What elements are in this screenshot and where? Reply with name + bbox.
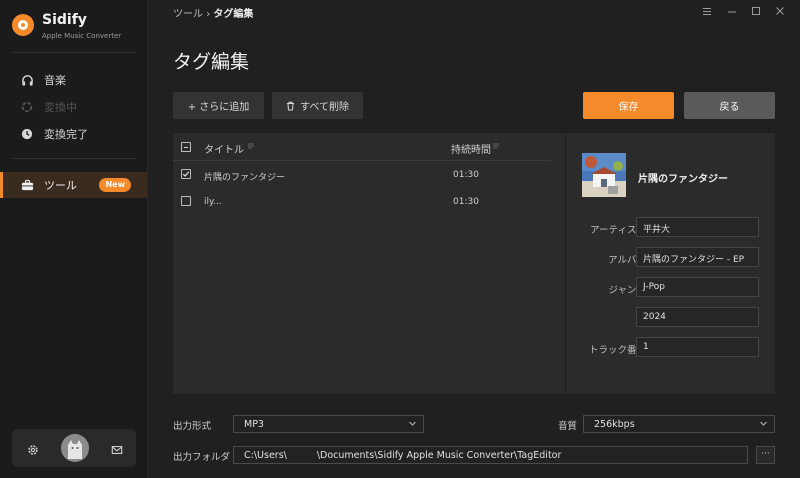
main-area: ツール › タグ編集 タグ編集 + さらに追加 すべて削除 保存 戻る タイトル… bbox=[149, 0, 800, 478]
page-title: タグ編集 bbox=[173, 51, 250, 73]
chevron-down-icon bbox=[408, 419, 417, 431]
check-icon bbox=[182, 171, 190, 177]
maximize-icon[interactable] bbox=[749, 4, 763, 18]
browse-folder-button[interactable]: ··· bbox=[756, 446, 775, 464]
folder-path-suffix: \Documents\Sidify Apple Music Converter\… bbox=[316, 450, 562, 461]
track-title: ily... bbox=[204, 197, 222, 207]
avatar[interactable] bbox=[61, 434, 89, 462]
table-row[interactable]: 片隅のファンタジー 01:30 bbox=[173, 162, 551, 188]
sidebar-item-label: 変換中 bbox=[44, 101, 77, 114]
sidebar: Sidify Apple Music Converter 音楽 変換中 変換完了… bbox=[0, 0, 148, 478]
artist-field[interactable]: 平井大 bbox=[636, 217, 759, 237]
output-folder-label: 出力フォルダ bbox=[173, 452, 231, 463]
select-all-checkbox[interactable] bbox=[181, 142, 191, 152]
album-cover[interactable] bbox=[582, 153, 626, 197]
quality-value: 256kbps bbox=[594, 419, 635, 430]
track-number-field[interactable]: 1 bbox=[636, 337, 759, 357]
year-field[interactable]: 2024 bbox=[636, 307, 759, 327]
clock-icon bbox=[20, 127, 34, 141]
row-checkbox[interactable] bbox=[181, 196, 191, 206]
back-button[interactable]: 戻る bbox=[684, 92, 775, 119]
track-duration: 01:30 bbox=[453, 170, 479, 180]
delete-all-label: すべて削除 bbox=[300, 102, 349, 113]
sidebar-item-label: 変換完了 bbox=[44, 128, 88, 141]
sidebar-item-label: 音楽 bbox=[44, 74, 66, 87]
column-title[interactable]: タイトル bbox=[204, 141, 244, 156]
avatar-cat-icon bbox=[61, 434, 89, 462]
headphones-icon bbox=[20, 73, 34, 87]
sidebar-bottom-bar bbox=[12, 429, 136, 467]
sidebar-divider bbox=[12, 158, 136, 159]
trash-icon bbox=[286, 101, 295, 111]
delete-all-button[interactable]: すべて削除 bbox=[272, 92, 363, 119]
album-art-image bbox=[582, 153, 626, 197]
menu-icon[interactable] bbox=[700, 4, 714, 18]
tag-edit-panel: タイトル 持続時間 片隅のファンタジー 01:30 ily... 01:30 片… bbox=[173, 133, 775, 394]
track-duration: 01:30 bbox=[453, 197, 479, 207]
sidebar-item-converted[interactable]: 変換完了 bbox=[0, 121, 147, 147]
sort-icon[interactable] bbox=[492, 142, 500, 153]
song-title: 片隅のファンタジー bbox=[638, 174, 728, 185]
breadcrumb-parent[interactable]: ツール bbox=[173, 9, 203, 20]
output-format-select[interactable]: MP3 bbox=[233, 415, 424, 433]
track-list-header: タイトル 持続時間 bbox=[173, 133, 551, 161]
quality-label: 音質 bbox=[558, 421, 578, 432]
breadcrumb-current: タグ編集 bbox=[213, 9, 254, 20]
breadcrumb-separator: › bbox=[206, 9, 211, 20]
quality-select[interactable]: 256kbps bbox=[583, 415, 775, 433]
sidebar-item-music[interactable]: 音楽 bbox=[0, 67, 147, 93]
output-format-label: 出力形式 bbox=[173, 421, 212, 432]
sidebar-divider bbox=[12, 52, 136, 53]
redacted-username bbox=[286, 450, 317, 458]
save-label: 保存 bbox=[618, 102, 639, 113]
close-icon[interactable] bbox=[773, 4, 787, 18]
back-label: 戻る bbox=[719, 102, 740, 113]
track-title: 片隅のファンタジー bbox=[204, 173, 286, 183]
toolbox-icon bbox=[20, 178, 34, 192]
output-format-value: MP3 bbox=[244, 419, 264, 430]
mail-icon[interactable] bbox=[111, 441, 125, 455]
sidebar-item-label: ツール bbox=[44, 179, 77, 192]
output-folder-field[interactable]: C:\Users\ \Documents\Sidify Apple Music C… bbox=[233, 446, 748, 464]
sort-icon[interactable] bbox=[247, 142, 255, 153]
add-more-label: + さらに追加 bbox=[187, 102, 250, 113]
spinner-icon bbox=[20, 100, 34, 114]
new-badge: New bbox=[99, 178, 131, 192]
save-button[interactable]: 保存 bbox=[583, 92, 674, 119]
app-subtitle: Apple Music Converter bbox=[42, 32, 122, 40]
minimize-icon[interactable] bbox=[725, 4, 739, 18]
sidebar-item-converting[interactable]: 変換中 bbox=[0, 94, 147, 120]
app-brand: Sidify Apple Music Converter bbox=[12, 12, 121, 40]
app-name: Sidify bbox=[42, 12, 87, 28]
app-logo-icon bbox=[12, 14, 34, 36]
sidebar-item-tools[interactable]: ツール New bbox=[0, 172, 147, 198]
breadcrumb: ツール › タグ編集 bbox=[173, 5, 253, 20]
tag-detail-pane: 片隅のファンタジー アーティスト 平井大 アルバム 片隅のファンタジー - EP… bbox=[565, 133, 775, 394]
genre-field[interactable]: J-Pop bbox=[636, 277, 759, 297]
track-list: タイトル 持続時間 片隅のファンタジー 01:30 ily... 01:30 bbox=[173, 133, 563, 394]
row-checkbox[interactable] bbox=[181, 169, 191, 179]
chevron-down-icon bbox=[759, 419, 768, 431]
gear-icon[interactable] bbox=[27, 441, 41, 455]
album-field[interactable]: 片隅のファンタジー - EP bbox=[636, 247, 759, 267]
add-more-button[interactable]: + さらに追加 bbox=[173, 92, 264, 119]
column-duration[interactable]: 持続時間 bbox=[451, 141, 491, 156]
folder-path-prefix: C:\Users\ bbox=[244, 450, 287, 461]
table-row[interactable]: ily... 01:30 bbox=[173, 189, 551, 215]
